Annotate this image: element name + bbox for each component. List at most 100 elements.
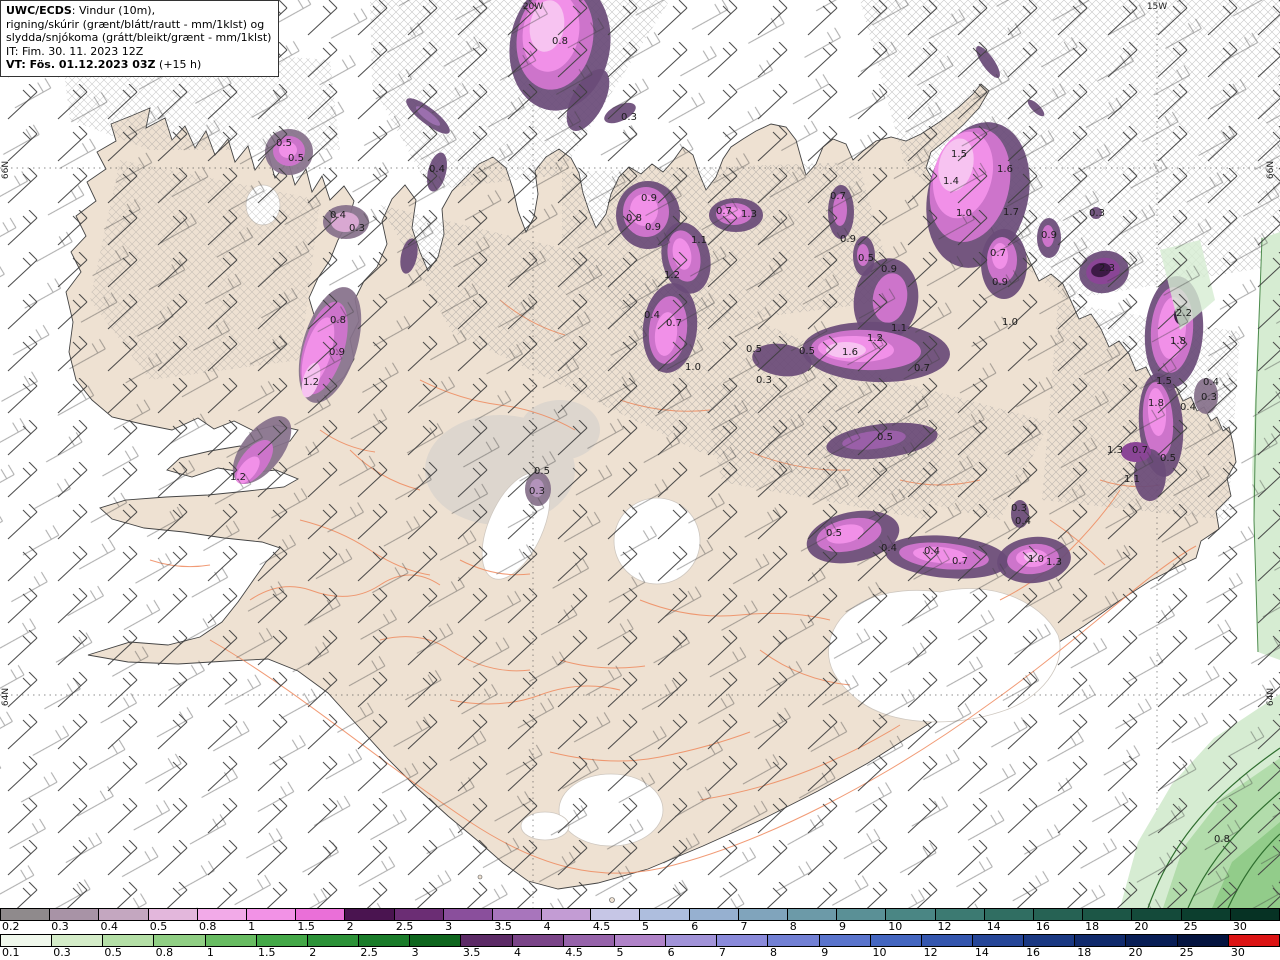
colorbar-segment [788,909,838,920]
colorbar-value-label: 4 [543,920,551,933]
precip-value-label: 0.9 [840,234,856,245]
colorbar-segment [1181,909,1231,920]
colorbar-segment [1,935,53,946]
precip-value-label: 0.4 [881,543,897,554]
precip-value-label: 0.9 [329,347,345,358]
precip-value-label: 0.7 [830,191,846,202]
colorbar-value-label: 0.4 [100,920,118,933]
colorbar-value-label: 6 [691,920,699,933]
colorbar-value-label: 25 [1179,946,1194,959]
init-time: IT: Fim. 30. 11. 2023 12Z [6,44,144,58]
colorbar-value-label: 14 [974,946,989,959]
colorbar-value-label: 7 [718,946,726,959]
colorbar-value-label: 8 [789,920,797,933]
precip-value-label: 1.6 [997,164,1013,175]
colorbar-segment [246,909,297,920]
precip-value-label: 0.8 [552,36,568,47]
colorbar-rain-labels: 0.1 0.3 0.5 0.8 1 1.5 2 2.5 3 3.5 4 4.5 5 6 7 8 9 10 12 14 1… [0,947,1280,960]
colorbar-segment [935,909,985,920]
colorbar-value-label: 0.3 [51,920,69,933]
precip-value-label: 1.2 [230,472,246,483]
precip-value-label: 0.5 [858,253,874,264]
colorbar-value-label: 16 [1026,946,1041,959]
precip-value-label: 0.3 [1201,392,1217,403]
precip-value-label: 1.1 [691,235,707,246]
precip-value-label: 0.4 [1180,402,1196,413]
colorbar-value-label: 7 [740,920,748,933]
precip-value-label: 1.2 [303,377,319,388]
precip-value-label: 0.7 [1132,445,1148,456]
colorbar-value-label: 4.5 [592,920,611,933]
precip-value-label: 0.4 [644,310,660,321]
colorbar-segment [819,935,871,946]
colorbar-value-label: 5 [642,920,650,933]
precip-value-label: 0.5 [288,153,304,164]
colorbar-segment [461,935,513,946]
colorbar-value-label: 8 [770,946,778,959]
graticule-label: 20W [523,2,543,12]
precip-value-label: 0.5 [276,138,292,149]
precip-value-label: 2.3 [1099,263,1115,274]
title-line-3: slydda/snjókoma (grátt/bleikt/grænt - mm… [6,31,272,44]
title-line-1-rest: : Vindur (10m), [71,4,156,17]
precip-value-label: 1.5 [951,149,967,160]
precip-value-label: 1.3 [1107,445,1123,456]
colorbar-value-label: 10 [888,920,903,933]
precip-value-label: 2.2 [1176,308,1192,319]
colorbar-segment [984,909,1034,920]
precip-value-label: 1.0 [1002,317,1018,328]
precip-value-label: 0.9 [881,264,897,275]
colorbar-segment [50,909,100,920]
colorbar-segment [640,909,690,920]
colorbar-segment [542,909,592,920]
precip-value-label: 0.9 [645,222,661,233]
colorbar-value-label: 18 [1077,946,1092,959]
precip-value-label: 0.3 [529,486,545,497]
graticule-label: 15W [1147,2,1167,12]
title-line-1: UWC/ECDS: Vindur (10m), [6,4,271,18]
colorbar-value-label: 10 [872,946,887,959]
colorbar-segment [52,935,104,946]
colorbar-segment [197,909,247,920]
precip-value-label: 1.5 [1156,376,1172,387]
colorbar-segment [345,909,395,920]
colorbar-segment [886,909,936,920]
precip-value-label: 0.4 [1015,516,1031,527]
valid-time-offset: (+15 h) [155,58,202,71]
colorbar-value-label: 14 [986,920,1001,933]
precip-value-label: 0.3 [1089,208,1105,219]
colorbar-segment [1083,909,1133,920]
valid-time-line: VT: Fös. 01.12.2023 03Z (+15 h) [6,58,271,72]
valid-time: VT: Fös. 01.12.2023 03Z [6,58,156,71]
colorbar-segment [563,935,615,946]
colorbar-value-label: 30 [1230,946,1245,959]
colorbar-value-label: 2.5 [360,946,378,959]
precip-value-label: 1.4 [943,176,959,187]
colorbar-segment [1075,935,1127,946]
precip-value-label: 0.7 [666,318,682,329]
precip-value-label: 0.5 [799,346,815,357]
colorbar-segment [870,935,922,946]
colorbar-segment [359,935,411,946]
precip-value-label: 1.3 [1046,557,1062,568]
colorbar-value-label: 1.5 [297,920,315,933]
precip-value-label: 0.4 [1203,377,1219,388]
colorbar-segment [768,935,820,946]
title-line-2: rigning/skúrir (grænt/blátt/rautt - mm/1… [6,17,265,31]
colorbar-segment [1177,935,1229,946]
precip-value-label: 1.8 [1148,398,1164,409]
colorbar-value-label: 3 [445,920,453,933]
precip-value-label: 0.8 [330,315,346,326]
colorbar-value-label: 0.3 [53,946,71,959]
colorbar-segment [738,909,788,920]
colorbar-value-label: 20 [1134,920,1149,933]
colorbar-value-label: 3.5 [462,946,481,959]
precip-value-label: 0.9 [641,193,657,204]
colorbar-value-label: 3.5 [494,920,512,933]
graticule-label: 64N [1,688,11,706]
colorbar-value-label: 18 [1085,920,1100,933]
precip-value-label: 0.3 [621,112,637,123]
graticule-label: 64N [1266,688,1276,706]
precip-value-label: 0.5 [1160,453,1176,464]
colorbar-value-label: 4 [514,946,522,959]
